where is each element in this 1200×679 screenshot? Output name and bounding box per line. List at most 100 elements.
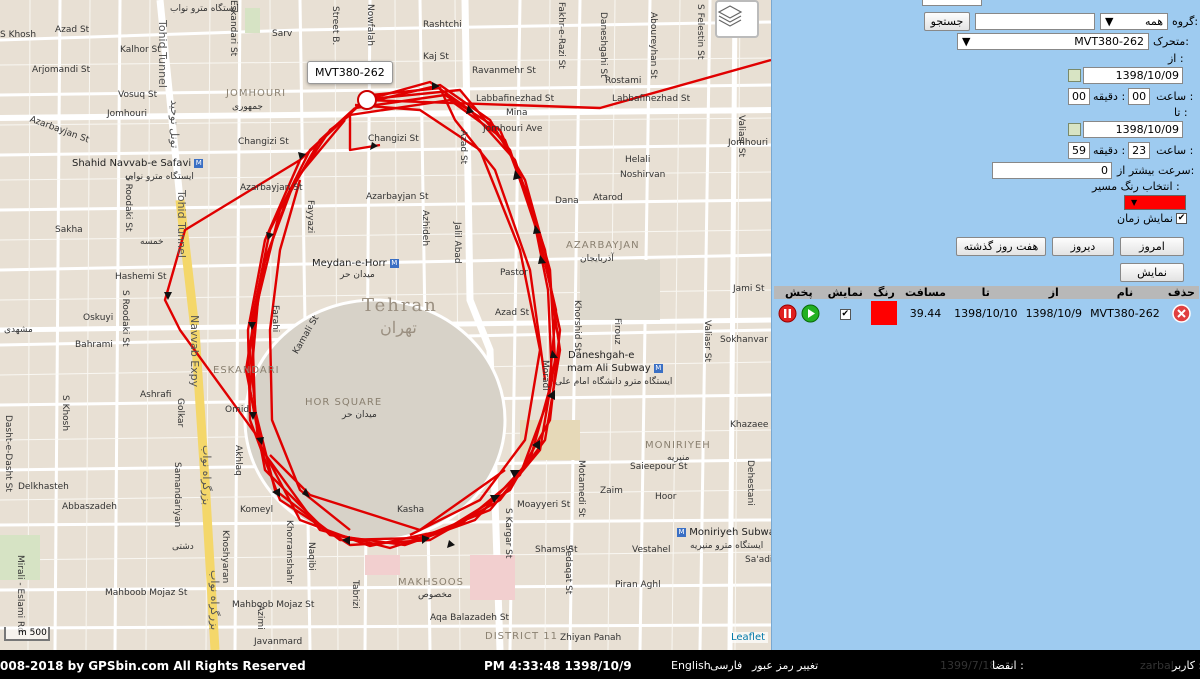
map-label: Moayyeri St (517, 500, 571, 510)
col-distance: مسافت (900, 286, 951, 299)
to-hour-input[interactable] (1128, 142, 1151, 159)
map-label: Changizi St (368, 134, 419, 144)
map-label: Pastor (500, 268, 528, 278)
road-label: Navvab Expy (188, 315, 201, 388)
leaflet-attribution-link[interactable]: Leaflet (728, 632, 769, 643)
show-button[interactable]: نمایش (1120, 263, 1184, 282)
map-label: Sa'adi (745, 555, 771, 565)
map-label: JOMHOURI (226, 88, 287, 99)
map-label: Kalhor St (120, 45, 161, 55)
map-label: Daneshgahi St (598, 12, 608, 78)
map-label: Sarv (272, 29, 293, 39)
search-button[interactable]: جستجو (924, 12, 970, 31)
map-label: Azarbayjan St (366, 192, 429, 202)
metro-station-label: mam Ali Subway M (567, 363, 663, 374)
map-scale: m 500 (4, 627, 50, 641)
map-label: ایستگاه مترو دانشگاه امام علی (555, 377, 673, 387)
table-header-row: پخش نمایش رنگ مسافت تا از نام حذف (774, 286, 1199, 299)
road-label: تونل توحید (168, 100, 181, 149)
map-label: Sakha (55, 225, 83, 235)
map-label: Labbafinezhad St (476, 94, 555, 104)
english-language-link[interactable]: English (671, 659, 711, 672)
map-label: Azarbayjan St (240, 183, 303, 193)
map-label: Khoshyaran (220, 530, 230, 584)
from-date-input[interactable] (1083, 67, 1183, 84)
map-label: Khorramshahr (284, 520, 294, 584)
map-label: آذربایجان (580, 254, 614, 264)
map-label: ایستگاه مترو نواب (125, 172, 194, 182)
map-label: Azad St (458, 130, 468, 165)
col-delete: حذف (1163, 286, 1199, 299)
from-hour-input[interactable] (1128, 88, 1151, 105)
map-label: Naqibi (306, 542, 316, 571)
map-label: میدان حر (342, 410, 377, 420)
farsi-language-link[interactable]: فارسی (710, 659, 742, 672)
to-date-input[interactable] (1083, 121, 1183, 138)
footer-bar: 008-2018 by GPSbin.com All Rights Reserv… (0, 650, 1200, 679)
col-play: پخش (774, 286, 824, 299)
metro-station-label: M Moniriyeh Subwa (677, 527, 771, 538)
map-label: Noshirvan (620, 170, 666, 180)
row-color-swatch[interactable] (870, 301, 897, 325)
map-label: Changizi St (238, 137, 289, 147)
road-label: Tohid Tunnel (156, 20, 169, 88)
last-seven-days-button[interactable]: هفت روز گذشته (956, 237, 1046, 256)
delete-icon[interactable] (1172, 303, 1191, 323)
map-label: DISTRICT 11 (485, 631, 558, 642)
map-label: ایستگاه مترو منیریه (690, 541, 764, 551)
top-hidden-field[interactable] (922, 0, 982, 6)
row-show-checkbox[interactable]: ✔ (839, 309, 851, 320)
search-input[interactable] (975, 13, 1095, 30)
layers-control-button[interactable] (715, 0, 759, 38)
map-label: منیریه (667, 453, 690, 463)
map-label: Azad St (495, 308, 530, 318)
show-time-checkbox[interactable]: ✔ (1176, 213, 1187, 224)
map-label: میدان حر (340, 270, 375, 280)
from-minute-input[interactable] (1068, 88, 1090, 105)
change-password-link[interactable]: تغییر رمز عبور (752, 659, 818, 672)
map-label: S Roodaki St (123, 175, 133, 232)
user-label: کاربر : (1172, 659, 1200, 672)
metro-station-label: Daneshgah-e (568, 350, 635, 361)
calendar-icon[interactable] (1068, 69, 1081, 82)
play-icon[interactable] (801, 304, 820, 323)
road-label: بزرگراه نواب (200, 445, 213, 506)
map-label: Motamedi St (576, 460, 586, 517)
map-label: Jomhouri (728, 138, 769, 148)
map-view[interactable]: S Khosh Azad St Kalhor St Arjomandi St V… (0, 0, 771, 650)
calendar-icon[interactable] (1068, 123, 1081, 136)
chevron-down-icon: ▼ (1105, 15, 1114, 28)
metro-station-label: Meydan-e-Horr M (312, 258, 399, 269)
map-label: Samandariyan (172, 462, 182, 528)
group-label: گروه: (1172, 15, 1199, 28)
row-distance: 39.44 (909, 306, 942, 320)
to-minute-input[interactable] (1068, 142, 1090, 159)
chevron-down-icon: ▼ (962, 35, 971, 48)
vehicle-tooltip: MVT380-262 (307, 61, 393, 84)
route-color-picker[interactable]: ▼ (1124, 195, 1186, 210)
from-hour-label: ساعت : (1156, 90, 1194, 103)
map-label: Rashtchi (423, 20, 462, 30)
track-history-table: پخش نمایش رنگ مسافت تا از نام حذف ✔ 39.4… (774, 286, 1199, 327)
speed-input[interactable] (992, 162, 1112, 179)
layers-icon (717, 5, 743, 27)
table-row: ✔ 39.44 1398/10/10 1398/10/9 MVT380-262 (774, 299, 1199, 327)
map-label: Street B. (330, 6, 340, 46)
map-label: MAKHSOOS (398, 577, 464, 588)
col-color: رنگ (866, 286, 901, 299)
group-select[interactable]: ▼ همه (1100, 13, 1168, 30)
map-label: Ashrafi (140, 390, 172, 400)
map-label: Omid (225, 405, 250, 415)
map-label: Kasha (397, 505, 425, 515)
yesterday-button[interactable]: دیروز (1052, 237, 1114, 256)
pause-icon[interactable] (778, 304, 797, 323)
map-label: Aqa Balazadeh St (430, 613, 510, 623)
col-name: نام (1086, 286, 1164, 299)
today-button[interactable]: امروز (1120, 237, 1184, 256)
username: zarbal (1140, 659, 1174, 672)
map-label: Valiasr St (702, 320, 712, 362)
vehicle-select[interactable]: ▼ MVT380-262 (957, 33, 1149, 50)
map-label: Tabrizi (350, 580, 360, 609)
map-city-label: تهران (380, 318, 417, 337)
map-label: S Khosh (60, 395, 70, 432)
